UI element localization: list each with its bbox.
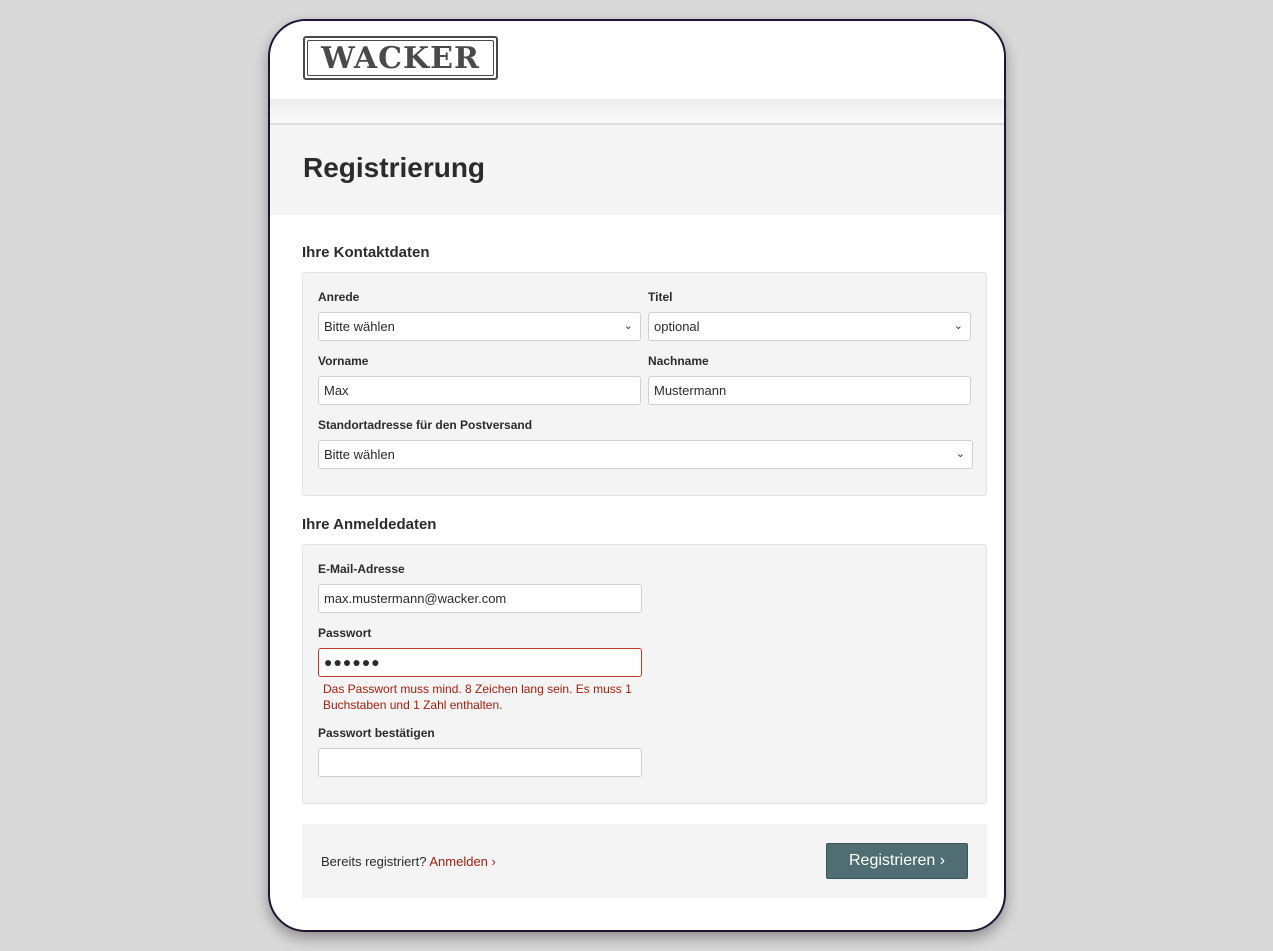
salutation-value: Bitte wählen [324,319,395,334]
title-label: Titel [648,290,673,304]
title-value: optional [654,319,700,334]
title-band: Registrierung [270,125,1004,215]
first-name-label: Vorname [318,354,369,368]
password-error-message: Das Passwort muss mind. 8 Zeichen lang s… [323,682,632,712]
register-button[interactable]: Registrieren › [826,843,968,879]
address-label: Standortadresse für den Postversand [318,418,533,432]
last-name-field: Nachname Mustermann [648,353,971,405]
salutation-field: Anrede Bitte wählen ⌄ [318,289,641,341]
wacker-logo[interactable]: WACKER [303,36,498,80]
logo-text: WACKER [321,40,480,76]
address-value: Bitte wählen [324,447,395,462]
email-label: E-Mail-Adresse [318,562,405,576]
already-registered: Bereits registriert? Anmelden › [321,854,496,869]
login-section-title: Ihre Anmeldedaten [302,516,437,533]
contact-panel: Anrede Bitte wählen ⌄ Titel optional ⌄ V… [302,272,987,496]
first-name-field: Vorname Max [318,353,641,405]
password-label: Passwort [318,626,372,640]
form-footer: Bereits registriert? Anmelden › Registri… [302,824,987,898]
already-registered-text: Bereits registriert? [321,853,430,869]
page-title: Registrierung [303,152,486,183]
title-select[interactable]: optional ⌄ [648,312,971,341]
last-name-input[interactable]: Mustermann [648,376,971,405]
email-input[interactable]: max.mustermann@wacker.com [318,584,642,613]
address-field: Standortadresse für den Postversand Bitt… [318,417,973,469]
form-content: Ihre Kontaktdaten Anrede Bitte wählen ⌄ … [270,244,1004,898]
salutation-label: Anrede [318,290,360,304]
salutation-select[interactable]: Bitte wählen ⌄ [318,312,641,341]
chevron-down-icon: ⌄ [953,320,963,332]
password-confirm-label: Passwort bestätigen [318,726,435,740]
password-field: Passwort ●●●●●● Das Passwort muss mind. … [318,625,642,713]
last-name-label: Nachname [648,354,709,368]
login-panel: E-Mail-Adresse max.mustermann@wacker.com… [302,544,987,804]
login-link[interactable]: Anmelden › [429,854,495,869]
chevron-down-icon: ⌄ [623,320,633,332]
first-name-input[interactable]: Max [318,376,641,405]
registration-window: WACKER Registrierung Ihre Kontaktdaten A… [268,19,1006,932]
password-confirm-field: Passwort bestätigen [318,725,642,777]
contact-section-title: Ihre Kontaktdaten [302,244,430,261]
password-input[interactable]: ●●●●●● [318,648,642,677]
title-field: Titel optional ⌄ [648,289,971,341]
site-header: WACKER [270,21,1004,99]
chevron-down-icon: ⌄ [955,448,965,460]
password-confirm-input[interactable] [318,748,642,777]
header-divider [270,99,1004,125]
email-field: E-Mail-Adresse max.mustermann@wacker.com [318,561,642,613]
address-select[interactable]: Bitte wählen ⌄ [318,440,973,469]
